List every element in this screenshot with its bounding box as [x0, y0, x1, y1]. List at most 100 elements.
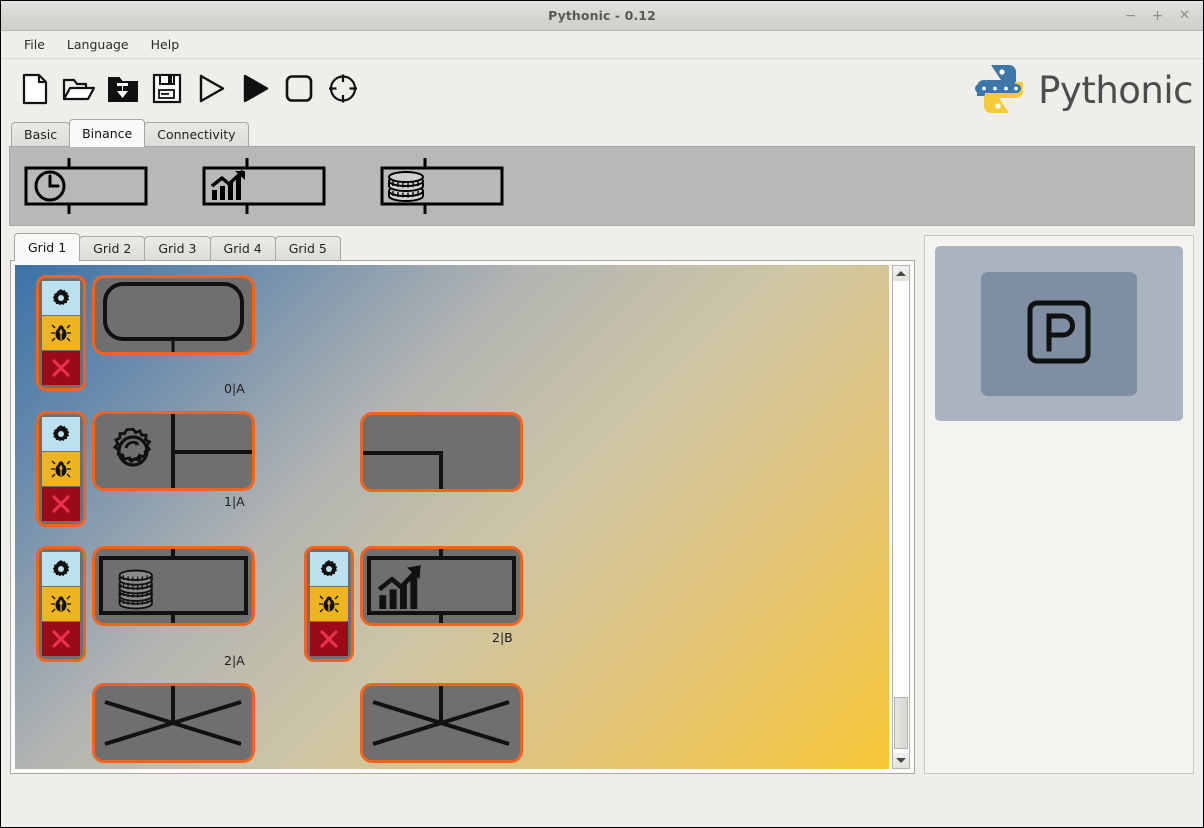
debug-bug-button[interactable] [42, 587, 80, 621]
scroll-down-button[interactable] [893, 753, 909, 768]
menu-file[interactable]: File [15, 34, 54, 55]
node-3a[interactable] [92, 683, 255, 763]
canvas-frame: 0|A 1|A 2|A 2|B [10, 260, 915, 774]
run-button[interactable] [233, 68, 277, 114]
node-label-1a: 1|A [224, 494, 245, 509]
new-file-icon [21, 73, 49, 109]
node-1a[interactable] [92, 411, 255, 491]
maximize-button[interactable]: + [1145, 5, 1170, 27]
tab-grid-5[interactable]: Grid 5 [274, 236, 341, 261]
tab-basic[interactable]: Basic [11, 122, 71, 147]
save-floppy-icon [152, 73, 182, 108]
node-2a[interactable] [92, 546, 255, 626]
load-folder-icon [107, 74, 139, 108]
debug-bug-button[interactable] [42, 316, 80, 350]
node-toolbox-2a [36, 546, 86, 662]
element-category-tabs: Basic Binance Connectivity [9, 119, 1195, 147]
minimize-button[interactable]: − [1118, 5, 1143, 27]
load-folder-button[interactable] [101, 68, 145, 114]
gear-icon [52, 289, 70, 306]
new-file-button[interactable] [13, 68, 57, 114]
logo-text: Pythonic [1038, 69, 1193, 112]
start-button[interactable] [189, 68, 233, 114]
scrollbar-track[interactable] [893, 281, 909, 753]
node-1b[interactable] [360, 412, 523, 492]
config-gear-button[interactable] [42, 417, 80, 451]
open-folder-button[interactable] [57, 68, 101, 114]
element-category-section: Basic Binance Connectivity [9, 119, 1195, 226]
bug-icon [319, 595, 339, 613]
side-panel-card[interactable] [935, 246, 1183, 421]
trend-chart-icon [377, 565, 421, 609]
stop-square-icon [284, 73, 314, 108]
delete-x-button[interactable] [42, 622, 80, 656]
branch-cross-icon [372, 686, 510, 746]
close-x-icon [52, 630, 70, 648]
palette-item-chart[interactable] [202, 158, 328, 214]
open-folder-icon [62, 74, 96, 108]
scrollbar-thumb[interactable] [894, 697, 908, 749]
coin-stack-icon [118, 569, 153, 610]
delete-x-button[interactable] [42, 351, 80, 385]
save-button[interactable] [145, 68, 189, 114]
debug-bug-button[interactable] [42, 452, 80, 486]
scroll-up-button[interactable] [893, 266, 909, 281]
stop-button[interactable] [277, 68, 321, 114]
application-window: Pythonic - 0.12 − + ✕ File Language Help [0, 0, 1204, 828]
node-toolbox-2b [304, 546, 354, 662]
menu-language[interactable]: Language [58, 34, 138, 55]
menu-help[interactable]: Help [142, 34, 189, 55]
grid-tabs: Grid 1 Grid 2 Grid 3 Grid 4 Grid 5 [10, 233, 915, 261]
node-2b[interactable] [360, 546, 523, 626]
gear-icon [320, 560, 338, 577]
side-panel [924, 235, 1194, 774]
status-bar [1, 774, 1203, 819]
tab-grid-3[interactable]: Grid 3 [144, 236, 211, 261]
palette-item-coins[interactable] [380, 158, 506, 214]
config-gear-button[interactable] [310, 552, 348, 586]
process-gear-icon [112, 414, 252, 488]
side-panel-card-inner [981, 271, 1137, 396]
element-palette [9, 146, 1195, 226]
tab-binance[interactable]: Binance [69, 119, 146, 147]
close-x-icon [52, 495, 70, 513]
node-label-0a: 0|A [224, 381, 245, 396]
menu-bar: File Language Help [1, 31, 1203, 59]
node-3b[interactable] [360, 683, 523, 763]
delete-x-button[interactable] [42, 487, 80, 521]
debug-bug-button[interactable] [310, 587, 348, 621]
bug-icon [51, 460, 71, 478]
start-capsule-icon [103, 282, 244, 352]
close-x-icon [320, 630, 338, 648]
corner-connector-icon [363, 451, 443, 489]
node-0a[interactable] [92, 275, 255, 355]
chevron-up-icon [896, 271, 906, 276]
bug-icon [51, 595, 71, 613]
node-toolbox-0a [36, 275, 86, 391]
tab-grid-1[interactable]: Grid 1 [14, 233, 81, 261]
bug-icon [51, 324, 71, 342]
config-gear-button[interactable] [42, 281, 80, 315]
close-button[interactable]: ✕ [1172, 5, 1197, 27]
tab-grid-4[interactable]: Grid 4 [209, 236, 276, 261]
title-bar: Pythonic - 0.12 − + ✕ [1, 1, 1203, 31]
trend-chart-icon [210, 169, 245, 200]
clock-icon [34, 170, 66, 202]
branch-cross-icon [104, 686, 242, 746]
tab-connectivity[interactable]: Connectivity [144, 122, 249, 147]
window-controls: − + ✕ [1118, 1, 1197, 30]
canvas-vertical-scrollbar[interactable] [892, 265, 910, 769]
reset-button[interactable] [321, 68, 365, 114]
close-x-icon [52, 359, 70, 377]
play-filled-icon [240, 73, 270, 108]
target-crosshair-icon [328, 73, 358, 108]
workflow-canvas[interactable]: 0|A 1|A 2|A 2|B [15, 265, 889, 769]
chevron-down-icon [896, 758, 906, 763]
palette-item-clock[interactable] [24, 158, 150, 214]
main-toolbar: Pythonic [1, 59, 1203, 122]
coin-stack-icon [388, 171, 424, 202]
tab-grid-2[interactable]: Grid 2 [79, 236, 146, 261]
config-gear-button[interactable] [42, 552, 80, 586]
delete-x-button[interactable] [310, 622, 348, 656]
node-toolbox-1a [36, 411, 86, 527]
